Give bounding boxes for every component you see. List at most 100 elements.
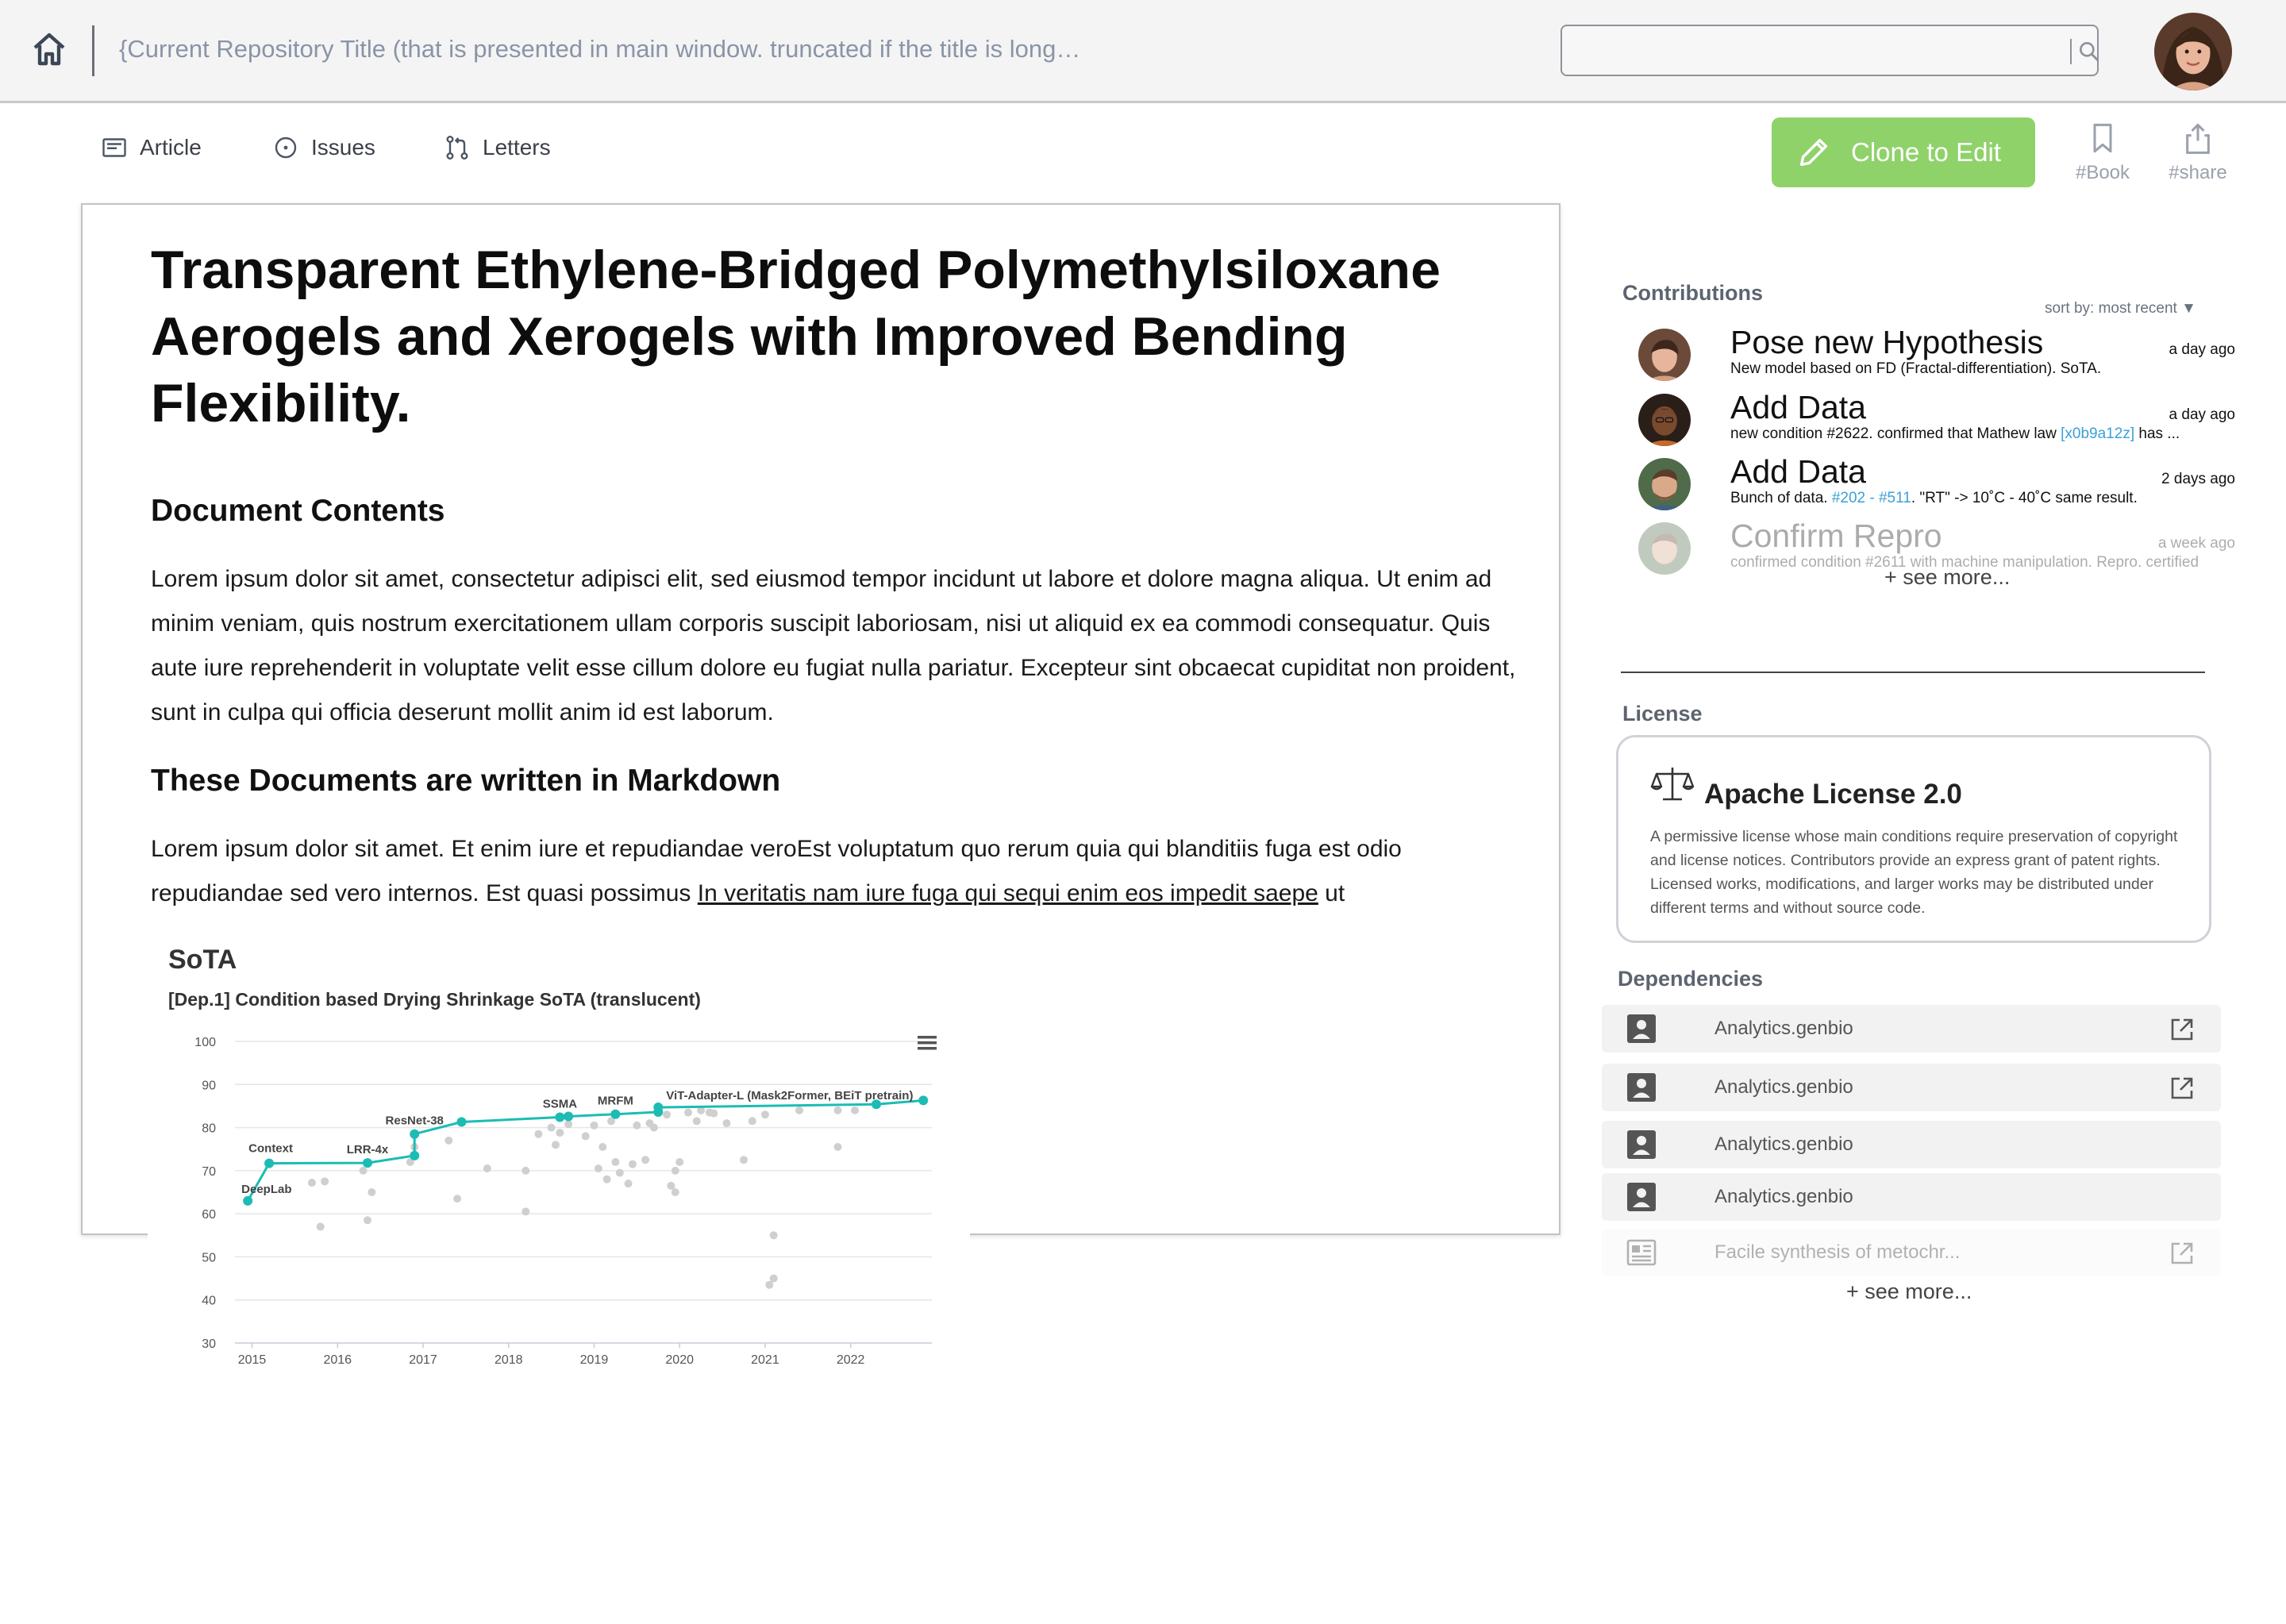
- tab-issues-label: Issues: [311, 135, 375, 160]
- desc-text-end: . "RT" -> 10˚C - 40˚C same result.: [1911, 490, 2138, 506]
- issues-icon: [275, 137, 297, 159]
- contribution-item[interactable]: Pose new Hypothesis a day ago New model …: [1638, 324, 2235, 387]
- sota-point: [410, 1129, 420, 1139]
- dependency-item[interactable]: Analytics.genbio: [1602, 1005, 2221, 1053]
- scatter-point: [615, 1168, 624, 1177]
- x-tick-label: 2016: [323, 1353, 352, 1367]
- scatter-point: [667, 1181, 675, 1190]
- sota-point: [653, 1103, 664, 1113]
- desc-text: new condition #2622. confirmed that Math…: [1730, 425, 2061, 442]
- license-description: A permissive license whose main conditio…: [1650, 828, 2178, 917]
- tab-issues[interactable]: Issues: [271, 130, 375, 165]
- contribution-time: a day ago: [2169, 341, 2235, 358]
- body-text-end: ut: [1318, 880, 1345, 906]
- license-card[interactable]: Apache License 2.0 A permissive license …: [1616, 735, 2211, 943]
- contributions-label: Contributions: [1622, 281, 1763, 305]
- sota-point: [456, 1117, 467, 1127]
- sota-point: [410, 1150, 420, 1160]
- user-avatar[interactable]: [2154, 13, 2232, 90]
- annotation-label: MRFM: [598, 1095, 633, 1108]
- dependency-item[interactable]: Facile synthesis of metochr...: [1602, 1229, 2221, 1276]
- search-box: [1561, 25, 2099, 76]
- clone-to-edit-label: Clone to Edit: [1851, 137, 2001, 167]
- contributor-avatar: [1638, 394, 1691, 446]
- article-icon: [1626, 1237, 1657, 1268]
- sota-point: [362, 1158, 372, 1168]
- search-icon[interactable]: [2076, 39, 2102, 64]
- header-divider: [92, 25, 94, 76]
- dependency-item[interactable]: Analytics.genbio: [1602, 1173, 2221, 1221]
- contribution-desc: New model based on FD (Fractal-different…: [1730, 360, 2230, 378]
- share-label: #share: [2169, 162, 2227, 183]
- chart-menu-icon[interactable]: [916, 1033, 938, 1053]
- external-link-icon[interactable]: [2169, 1075, 2196, 1102]
- scatter-point: [598, 1143, 607, 1151]
- scatter-point: [769, 1274, 778, 1283]
- sort-label: sort by: most recent: [2045, 300, 2177, 317]
- home-icon[interactable]: [30, 30, 68, 68]
- external-link-icon[interactable]: [2169, 1240, 2196, 1267]
- sort-dropdown[interactable]: sort by: most recent ▼: [2045, 300, 2196, 317]
- contribution-time: a week ago: [2157, 535, 2235, 552]
- scatter-point: [444, 1136, 453, 1145]
- contribution-title: Add Data: [1730, 453, 1866, 490]
- contribution-item[interactable]: Add Data 2 days ago Bunch of data. #202 …: [1638, 453, 2235, 517]
- scatter-point: [649, 1123, 658, 1132]
- x-tick-label: 2018: [495, 1353, 523, 1367]
- scatter-point: [675, 1158, 684, 1166]
- x-tick-label: 2021: [751, 1353, 779, 1367]
- x-tick-label: 2017: [409, 1353, 437, 1367]
- sota-point: [243, 1195, 253, 1206]
- clone-to-edit-button[interactable]: Clone to Edit: [1772, 117, 2035, 187]
- share-button[interactable]: #share: [2162, 121, 2234, 184]
- contributions-see-more-link[interactable]: + see more...: [1884, 565, 2010, 590]
- inline-link[interactable]: In veritatis nam iure fuga qui sequi eni…: [698, 880, 1318, 906]
- account-box-icon: [1626, 1013, 1657, 1045]
- desc-link[interactable]: [x0b9a12z]: [2061, 425, 2134, 442]
- contributor-avatar: [1638, 329, 1691, 381]
- scatter-point: [683, 1108, 692, 1117]
- article-title: Transparent Ethylene-Bridged Polymethyls…: [151, 240, 1441, 433]
- contribution-item[interactable]: Add Data a day ago new condition #2622. …: [1638, 389, 2235, 452]
- search-input[interactable]: [1573, 34, 2034, 67]
- pencil-icon: [1799, 138, 1828, 167]
- annotation-label: DeepLab: [241, 1183, 291, 1196]
- annotation-label: ResNet-38: [386, 1114, 444, 1128]
- scatter-point: [564, 1120, 573, 1129]
- dependencies-label: Dependencies: [1618, 967, 1764, 991]
- external-link-icon[interactable]: [2169, 1016, 2196, 1043]
- contributor-avatar: [1638, 458, 1691, 510]
- scatter-point: [722, 1119, 731, 1128]
- desc-link[interactable]: #202 - #511: [1832, 490, 1911, 506]
- dependency-item[interactable]: Analytics.genbio: [1602, 1064, 2221, 1111]
- scatter-point: [551, 1141, 560, 1149]
- y-tick-label: 40: [202, 1295, 216, 1308]
- contributor-avatar: [1638, 522, 1691, 575]
- search-separator: [2070, 39, 2072, 64]
- scatter-point: [602, 1175, 611, 1183]
- sota-point: [555, 1112, 565, 1122]
- dependency-name: Analytics.genbio: [1714, 1133, 1853, 1155]
- scatter-point: [521, 1166, 530, 1175]
- contribution-time: a day ago: [2169, 406, 2235, 423]
- tab-article[interactable]: Article: [100, 130, 202, 165]
- desc-text: New model based on FD (Fractal-different…: [1730, 360, 2102, 377]
- dependency-name: Analytics.genbio: [1714, 1186, 1853, 1207]
- tab-article-label: Article: [140, 135, 202, 160]
- dependency-item[interactable]: Analytics.genbio: [1602, 1121, 2221, 1168]
- desc-text: Bunch of data.: [1730, 490, 1832, 506]
- y-tick-label: 70: [202, 1165, 216, 1179]
- dependencies-see-more-link[interactable]: + see more...: [1846, 1280, 1972, 1304]
- scale-icon: [1650, 764, 1695, 804]
- scatter-point: [795, 1106, 804, 1114]
- sota-point: [918, 1095, 929, 1106]
- tab-letters[interactable]: Letters: [443, 130, 551, 165]
- scatter-point: [316, 1222, 325, 1231]
- sota-point: [564, 1111, 574, 1122]
- bookmark-button[interactable]: #Book: [2067, 121, 2138, 184]
- account-box-icon: [1626, 1072, 1657, 1103]
- contribution-desc: Bunch of data. #202 - #511. "RT" -> 10˚C…: [1730, 490, 2230, 507]
- repository-title: {Current Repository Title (that is prese…: [119, 35, 1081, 63]
- y-tick-label: 60: [202, 1208, 216, 1222]
- y-tick-label: 50: [202, 1251, 216, 1264]
